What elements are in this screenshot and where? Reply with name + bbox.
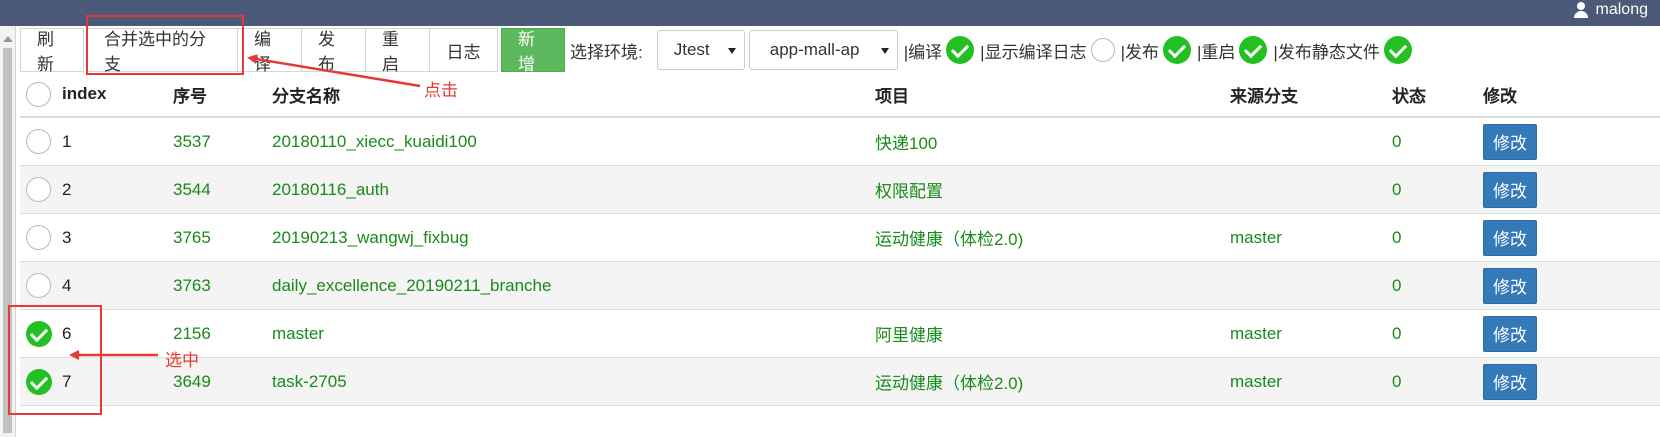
annotation-arrows [69, 54, 421, 360]
app-root: malong 刷新 合并选中的分支 编译 发布 重启 日志 新增 选择环境: J… [0, 0, 1660, 437]
annotation-arrow-click [247, 54, 421, 88]
